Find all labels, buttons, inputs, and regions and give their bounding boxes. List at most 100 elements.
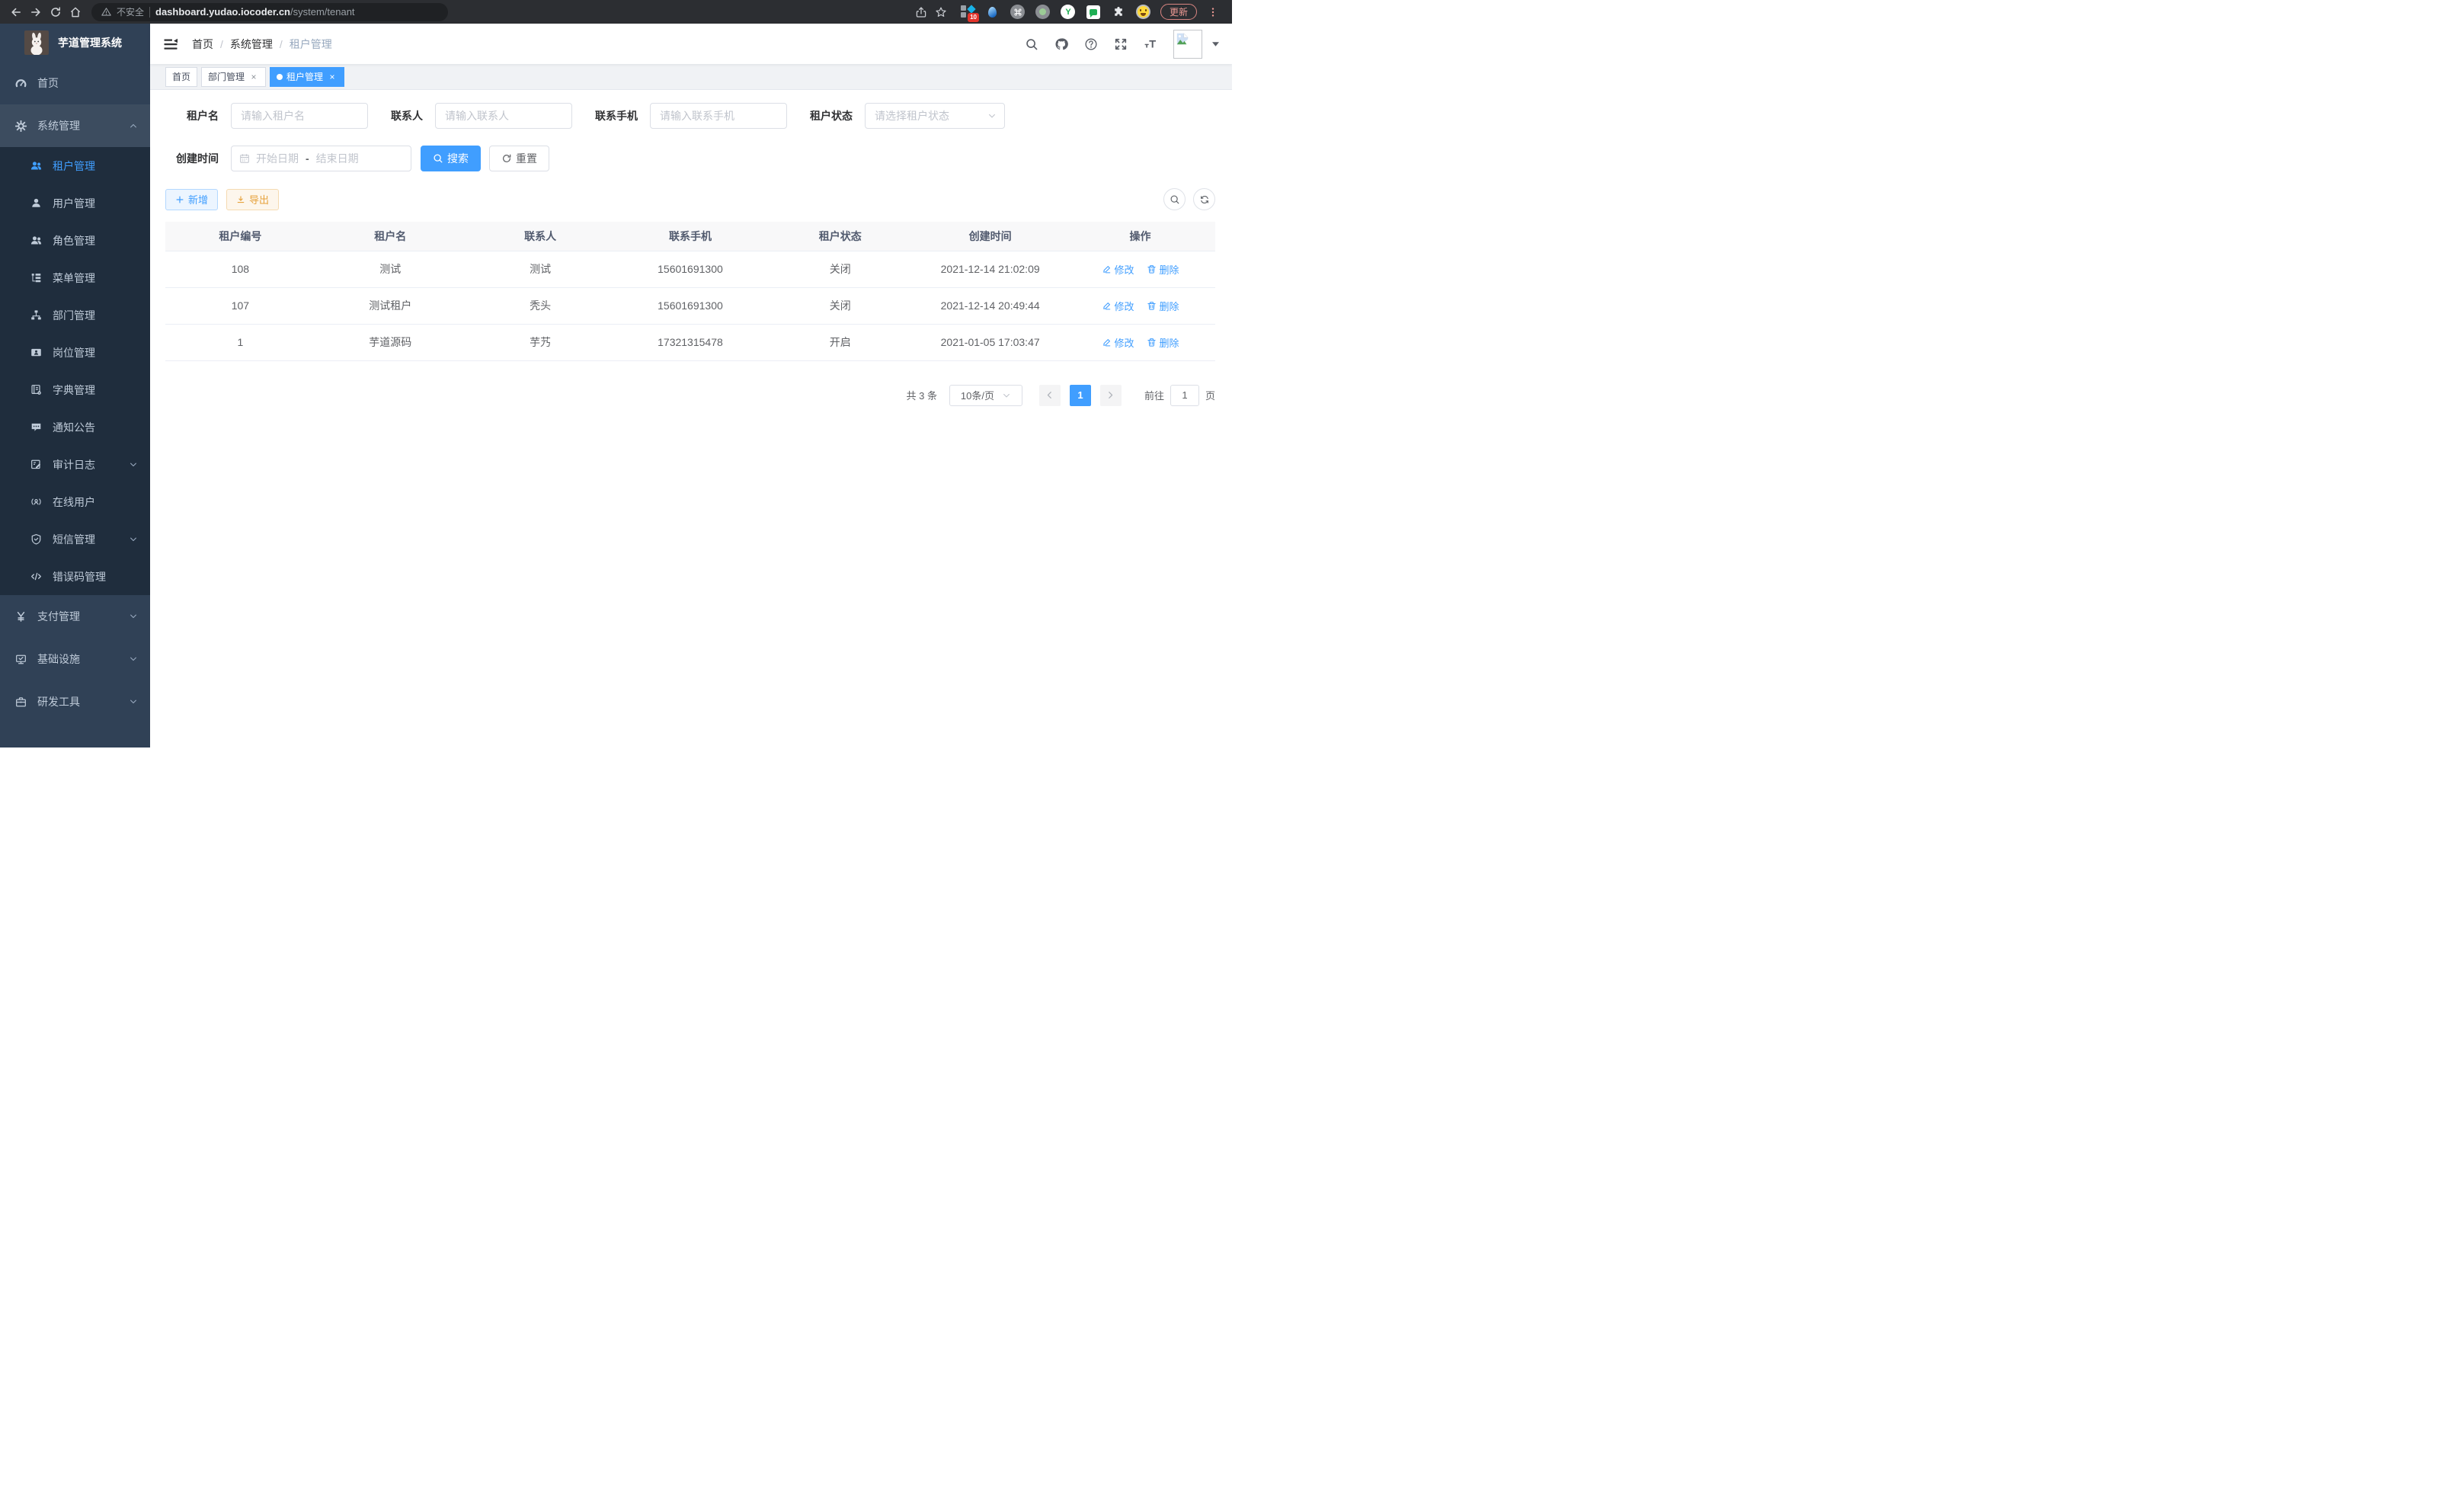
sidebar-item-error-code[interactable]: 错误码管理: [0, 558, 150, 595]
browser-chrome: 不安全 dashboard.yudao.iocoder.cn/system/te…: [0, 0, 1232, 24]
chevron-down-icon: [1002, 391, 1011, 400]
tab-close-icon[interactable]: ×: [327, 72, 338, 82]
contact-input[interactable]: [435, 103, 572, 129]
sidebar-item-role[interactable]: 角色管理: [0, 222, 150, 259]
date-separator: -: [306, 152, 309, 165]
delete-link[interactable]: 删除: [1147, 299, 1179, 313]
refresh-table-icon[interactable]: [1193, 188, 1215, 210]
page-size-select[interactable]: 10条/页: [949, 385, 1022, 406]
sidebar-item-dept[interactable]: 部门管理: [0, 296, 150, 334]
delete-link[interactable]: 删除: [1147, 262, 1179, 277]
sidebar-item-online-user[interactable]: 在线用户: [0, 483, 150, 520]
extension-badge: 10: [968, 13, 979, 22]
browser-back-button[interactable]: [6, 2, 26, 22]
font-size-icon[interactable]: [1144, 37, 1157, 51]
chevron-down-icon: [987, 111, 997, 120]
sidebar-item-system[interactable]: 系统管理: [0, 104, 150, 147]
cell-created-at: 2021-01-05 17:03:47: [915, 324, 1065, 360]
extension-grid-icon[interactable]: 10: [960, 5, 975, 20]
cell-contact: 测试: [466, 251, 616, 287]
sidebar-item-tenant[interactable]: 租户管理: [0, 147, 150, 184]
cell-created-at: 2021-12-14 20:49:44: [915, 287, 1065, 324]
sidebar-item-menu[interactable]: 菜单管理: [0, 259, 150, 296]
delete-link[interactable]: 删除: [1147, 335, 1179, 350]
breadcrumb-system[interactable]: 系统管理: [230, 37, 273, 52]
logo-rabbit-image: [24, 30, 49, 55]
cell-tenant-id: 1: [165, 324, 315, 360]
sidebar-item-home[interactable]: 首页: [0, 62, 150, 104]
phone-input[interactable]: [650, 103, 787, 129]
browser-forward-button[interactable]: [26, 2, 46, 22]
sidebar-collapse-icon[interactable]: [163, 37, 178, 52]
export-button[interactable]: 导出: [226, 189, 279, 210]
phone-label: 联系手机: [595, 108, 638, 123]
sidebar-item-post[interactable]: 岗位管理: [0, 334, 150, 371]
tab-close-icon[interactable]: ×: [248, 72, 259, 82]
edit-link[interactable]: 修改: [1102, 299, 1134, 313]
chevron-down-icon: [129, 460, 138, 469]
fullscreen-icon[interactable]: [1114, 37, 1128, 51]
extensions-puzzle-icon[interactable]: [1111, 5, 1126, 20]
tenant-name-input[interactable]: [231, 103, 368, 129]
user-avatar-broken-image[interactable]: [1173, 30, 1202, 59]
url-path: /system/tenant: [290, 6, 355, 18]
avatar-caret-down-icon[interactable]: [1212, 42, 1219, 46]
profile-avatar-icon[interactable]: [1136, 5, 1151, 20]
tab-dept[interactable]: 部门管理×: [201, 67, 266, 87]
sidebar-item-sms[interactable]: 短信管理: [0, 520, 150, 558]
extension-chat-icon[interactable]: [1086, 5, 1101, 20]
cell-tenant-id: 107: [165, 287, 315, 324]
users-icon: [30, 160, 42, 172]
search-button[interactable]: 搜索: [421, 146, 481, 171]
goto-page-input[interactable]: [1170, 385, 1199, 406]
app-logo[interactable]: 芋道管理系统: [0, 24, 150, 62]
share-icon[interactable]: [911, 2, 931, 22]
gear-icon: [14, 120, 27, 132]
column-header-actions: 操作: [1065, 222, 1215, 251]
sidebar-item-dict[interactable]: 字典管理: [0, 371, 150, 408]
tenant-table: 租户编号 租户名 联系人 联系手机 租户状态 创建时间 操作 108测试测试15…: [165, 222, 1215, 361]
sidebar-item-dev-tool[interactable]: 研发工具: [0, 680, 150, 723]
header-search-icon[interactable]: [1025, 37, 1038, 51]
browser-home-button[interactable]: [66, 2, 85, 22]
sidebar-item-audit-log[interactable]: 审计日志: [0, 446, 150, 483]
monitor-icon: [14, 653, 27, 665]
export-button-label: 导出: [249, 192, 269, 206]
sidebar-item-label: 研发工具: [37, 694, 80, 709]
page-number-button[interactable]: 1: [1070, 385, 1091, 406]
sidebar-item-user[interactable]: 用户管理: [0, 184, 150, 222]
browser-menu-kebab-icon[interactable]: [1203, 2, 1223, 22]
filter-row-2: 创建时间 开始日期 - 结束日期 搜索 重置: [165, 146, 1215, 171]
help-question-icon[interactable]: [1084, 37, 1098, 51]
extension-y-icon[interactable]: Y: [1061, 5, 1076, 20]
next-page-button[interactable]: [1100, 385, 1122, 406]
edit-icon: [1102, 264, 1112, 274]
tab-home[interactable]: 首页: [165, 67, 197, 87]
extension-balloon-icon[interactable]: [985, 5, 1000, 20]
bookmark-star-icon[interactable]: [931, 2, 951, 22]
browser-update-button[interactable]: 更新: [1160, 4, 1197, 20]
breadcrumb-home[interactable]: 首页: [192, 37, 213, 52]
toggle-search-icon[interactable]: [1163, 188, 1186, 210]
cell-actions: 修改删除: [1065, 324, 1215, 360]
sidebar-item-label: 用户管理: [53, 196, 95, 211]
extension-record-icon[interactable]: [1035, 5, 1051, 20]
add-button[interactable]: 新增: [165, 189, 218, 210]
sidebar-item-pay[interactable]: 支付管理: [0, 595, 150, 638]
edit-link[interactable]: 修改: [1102, 262, 1134, 277]
sidebar-item-label: 首页: [37, 75, 59, 91]
cell-phone: 15601691300: [616, 251, 766, 287]
cell-status: 关闭: [765, 251, 915, 287]
prev-page-button[interactable]: [1039, 385, 1061, 406]
reset-button[interactable]: 重置: [489, 146, 549, 171]
extension-command-icon[interactable]: [1010, 5, 1026, 20]
status-select[interactable]: 请选择租户状态: [865, 103, 1005, 129]
sidebar-item-notice[interactable]: 通知公告: [0, 408, 150, 446]
github-icon[interactable]: [1054, 37, 1068, 51]
create-time-range-picker[interactable]: 开始日期 - 结束日期: [231, 146, 411, 171]
address-bar[interactable]: 不安全 dashboard.yudao.iocoder.cn/system/te…: [91, 3, 448, 21]
tab-tenant[interactable]: 租户管理×: [270, 67, 344, 87]
browser-reload-button[interactable]: [46, 2, 66, 22]
edit-link[interactable]: 修改: [1102, 335, 1134, 350]
sidebar-item-infra[interactable]: 基础设施: [0, 638, 150, 680]
